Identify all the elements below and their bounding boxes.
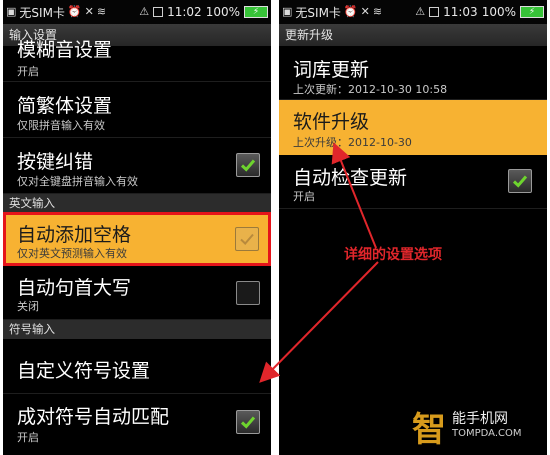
battery-percent: 100% xyxy=(481,5,516,19)
logo-name: 能手机网 xyxy=(452,411,508,427)
clock-text: 11:03 xyxy=(443,5,478,19)
warning-icon: ⚠ xyxy=(415,5,426,18)
setting-title: 软件升级 xyxy=(293,111,370,133)
alarm-icon: ⏰ xyxy=(67,5,82,18)
status-bar: ▣ 无SIM卡 ⏰ ✕ ≋ ⚠ 11:02 100% ⚡ xyxy=(3,0,271,24)
setting-summary: 开启 xyxy=(17,431,39,444)
left-phone-screen: ▣ 无SIM卡 ⏰ ✕ ≋ ⚠ 11:02 100% ⚡ 输入设置 模糊音设置 … xyxy=(3,0,271,455)
mute-icon: ✕ xyxy=(84,5,94,18)
battery-percent: 100% xyxy=(205,5,240,19)
setting-summary: 关闭 xyxy=(17,300,39,313)
page-title: 更新升级 xyxy=(279,24,547,46)
setting-title: 按键纠错 xyxy=(17,151,94,173)
check-icon xyxy=(240,416,256,429)
status-bar: ▣ 无SIM卡 ⏰ ✕ ≋ ⚠ 11:03 100% ⚡ xyxy=(279,0,547,24)
setting-key-correction[interactable]: 按键纠错 仅对全键盘拼音输入有效 xyxy=(3,138,271,194)
setting-auto-check-update[interactable]: 自动检查更新 开启 xyxy=(279,155,547,209)
auto-space-checkbox[interactable] xyxy=(235,227,259,251)
setting-summary: 仅对英文预测输入有效 xyxy=(17,247,127,260)
setting-summary: 开启 xyxy=(293,190,315,203)
auto-check-update-checkbox[interactable] xyxy=(508,169,532,193)
annotation-label: 详细的设置选项 xyxy=(344,247,442,263)
setting-auto-capitalize[interactable]: 自动句首大写 关闭 xyxy=(3,266,271,320)
setting-summary: 上次更新：2012-10-30 10:58 xyxy=(293,83,448,96)
setting-title: 词库更新 xyxy=(293,59,370,81)
setting-custom-symbols[interactable]: 自定义符号设置 xyxy=(3,339,271,394)
image-icon xyxy=(429,7,440,17)
logo-url: TOMPDA.COM xyxy=(452,428,522,439)
setting-pair-symbols[interactable]: 成对符号自动匹配 开启 xyxy=(3,394,271,455)
setting-title: 模糊音设置 xyxy=(17,39,113,61)
sim-icon: ▣ xyxy=(6,5,17,18)
setting-summary: 上次升级：2012-10-30 xyxy=(293,136,412,149)
sim-icon: ▣ xyxy=(282,5,293,18)
setting-software-upgrade[interactable]: 软件升级 上次升级：2012-10-30 xyxy=(279,100,547,155)
mute-icon: ✕ xyxy=(360,5,370,18)
setting-title: 自定义符号设置 xyxy=(17,360,151,382)
section-header-english: 英文输入 xyxy=(3,194,271,212)
setting-summary: 开启 xyxy=(17,65,39,78)
setting-title: 简繁体设置 xyxy=(17,95,113,117)
wifi-icon: ≋ xyxy=(372,5,383,18)
setting-summary: 仅对全键盘拼音输入有效 xyxy=(17,175,138,188)
setting-title: 自动检查更新 xyxy=(293,167,408,189)
section-header-symbol: 符号输入 xyxy=(3,320,271,339)
setting-title: 自动添加空格 xyxy=(17,224,132,246)
setting-title: 成对符号自动匹配 xyxy=(17,406,170,428)
warning-icon: ⚠ xyxy=(139,5,150,18)
setting-title: 自动句首大写 xyxy=(17,277,132,299)
image-icon xyxy=(153,7,164,17)
check-icon xyxy=(240,159,256,172)
battery-icon: ⚡ xyxy=(520,6,544,18)
setting-summary: 仅限拼音输入有效 xyxy=(17,119,105,132)
setting-trad-simplified[interactable]: 简繁体设置 仅限拼音输入有效 xyxy=(3,82,271,138)
alarm-icon: ⏰ xyxy=(343,5,358,18)
setting-fuzzy-pinyin[interactable]: 模糊音设置 开启 xyxy=(3,39,271,82)
clock-text: 11:02 xyxy=(167,5,202,19)
auto-capitalize-checkbox[interactable] xyxy=(236,281,260,305)
wifi-icon: ≋ xyxy=(96,5,107,18)
check-icon xyxy=(240,233,254,245)
setting-dictionary-update[interactable]: 词库更新 上次更新：2012-10-30 10:58 xyxy=(279,46,547,100)
battery-icon: ⚡ xyxy=(244,6,268,18)
key-correction-checkbox[interactable] xyxy=(236,153,260,177)
check-icon xyxy=(512,175,528,188)
carrier-text: 无SIM卡 xyxy=(19,5,65,20)
setting-auto-space[interactable]: 自动添加空格 仅对英文预测输入有效 xyxy=(3,212,271,266)
watermark-logo: 智 能手机网 TOMPDA.COM xyxy=(412,406,542,450)
pair-symbols-checkbox[interactable] xyxy=(236,410,260,434)
carrier-text: 无SIM卡 xyxy=(295,5,341,20)
logo-mark: 智 xyxy=(412,410,446,450)
right-phone-screen: ▣ 无SIM卡 ⏰ ✕ ≋ ⚠ 11:03 100% ⚡ 更新升级 词库更新 上… xyxy=(279,0,547,455)
